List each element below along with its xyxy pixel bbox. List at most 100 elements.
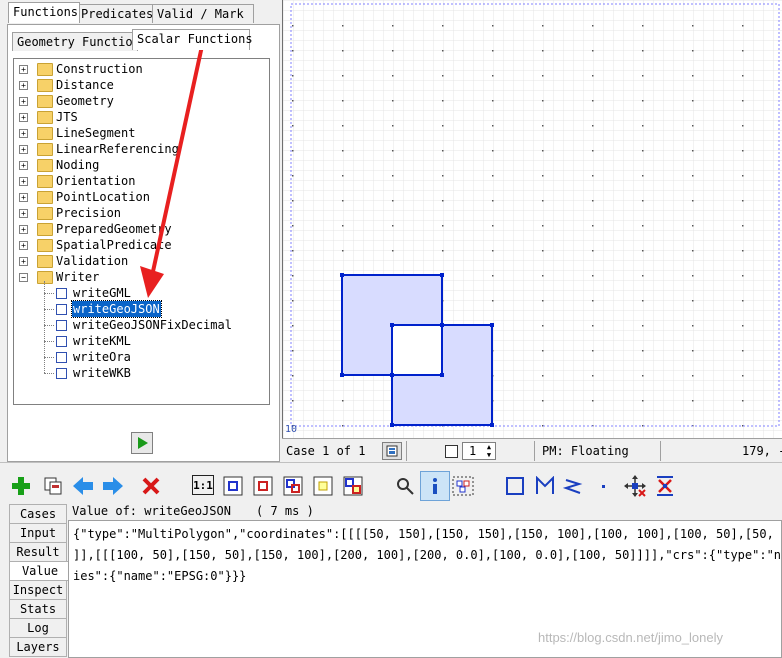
- tree-function-writewkb[interactable]: writeWKB: [14, 365, 264, 381]
- draw-point-button[interactable]: [592, 475, 614, 497]
- expand-icon[interactable]: +: [19, 161, 28, 170]
- expand-icon[interactable]: +: [19, 97, 28, 106]
- grid-dot: [342, 125, 344, 127]
- tree-folder-label: JTS: [56, 110, 78, 124]
- folder-icon: [37, 223, 53, 236]
- side-tab-value[interactable]: Value: [9, 561, 70, 581]
- canvas-grid: [283, 0, 782, 438]
- geometry-canvas[interactable]: 10: [282, 0, 782, 438]
- expand-icon[interactable]: +: [19, 65, 28, 74]
- collapse-icon[interactable]: −: [19, 273, 28, 282]
- side-tab-input[interactable]: Input: [9, 523, 67, 543]
- tab-valid-mark[interactable]: Valid / Mark: [152, 4, 254, 23]
- tab-scalar-functions[interactable]: Scalar Functions: [132, 29, 253, 50]
- delete-vertex-button[interactable]: [654, 475, 676, 497]
- grid-dot: [492, 25, 494, 27]
- tree-vertical-connector: [44, 281, 45, 373]
- tree-function-writeora[interactable]: writeOra: [14, 349, 264, 365]
- copy-icon: [44, 477, 62, 495]
- side-tab-log[interactable]: Log: [9, 618, 67, 638]
- tree-function-label: writeKML: [73, 334, 131, 348]
- tab-functions[interactable]: Functions: [8, 2, 80, 23]
- next-case-button[interactable]: [102, 475, 124, 497]
- grid-dot: [692, 75, 694, 77]
- side-tab-stats[interactable]: Stats: [9, 599, 67, 619]
- folder-icon: [37, 63, 53, 76]
- expand-icon[interactable]: +: [19, 209, 28, 218]
- side-tab-inspect[interactable]: Inspect: [9, 580, 67, 600]
- side-tab-layers[interactable]: Layers: [9, 637, 67, 657]
- draw-polygon-button[interactable]: [534, 475, 556, 497]
- zoom-input-a-button[interactable]: [222, 475, 244, 497]
- grid-dot: [492, 125, 494, 127]
- expand-icon[interactable]: +: [19, 193, 28, 202]
- grid-dot: [292, 400, 294, 402]
- tree-function-writekml[interactable]: writeKML: [14, 333, 264, 349]
- spinner-field[interactable]: 1 ▲ ▼: [462, 442, 496, 460]
- grid-dot: [542, 375, 544, 377]
- spinner-arrows-icon[interactable]: ▲ ▼: [484, 443, 494, 459]
- grid-dot: [642, 400, 644, 402]
- grid-dot: [542, 25, 544, 27]
- draw-rectangle-button[interactable]: [504, 475, 526, 497]
- linestring-icon: [563, 479, 583, 494]
- tree-function-writegeojson[interactable]: writeGeoJSON: [14, 300, 264, 318]
- grid-dot: [692, 125, 694, 127]
- grid-dot: [492, 250, 494, 252]
- grid-dot: [292, 325, 294, 327]
- value-line-2: ]],[[[100, 50],[150, 50],[150, 100],[200…: [73, 548, 782, 562]
- grid-dot: [542, 275, 544, 277]
- expand-icon[interactable]: +: [19, 257, 28, 266]
- tree-function-label: writeGeoJSON: [71, 300, 162, 318]
- draw-linestring-button[interactable]: [562, 475, 584, 497]
- info-tool-button[interactable]: [420, 471, 450, 501]
- grid-dot: [442, 100, 444, 102]
- arrow-right-icon: [103, 477, 123, 495]
- prev-case-button[interactable]: [72, 475, 94, 497]
- grid-dot: [692, 350, 694, 352]
- grid-dot: [342, 175, 344, 177]
- grid-dot: [742, 200, 744, 202]
- zoom-tool-button[interactable]: [394, 475, 416, 497]
- delete-case-button[interactable]: [140, 475, 162, 497]
- checkbox[interactable]: [445, 445, 458, 458]
- expand-icon[interactable]: +: [19, 241, 28, 250]
- expand-icon[interactable]: +: [19, 145, 28, 154]
- folder-icon: [37, 175, 53, 188]
- side-tab-cases[interactable]: Cases: [9, 504, 67, 524]
- folder-icon: [37, 127, 53, 140]
- expand-icon[interactable]: +: [19, 113, 28, 122]
- status-bar: Case 1 of 1 1 ▲▼ PM: Floating 179, -5: [282, 438, 782, 463]
- tab-predicates[interactable]: Predicates: [76, 4, 156, 23]
- grid-dot: [742, 250, 744, 252]
- grid-dot: [642, 300, 644, 302]
- canvas-corner-label: 10: [285, 424, 298, 435]
- expand-icon[interactable]: +: [19, 177, 28, 186]
- zoom-one-to-one-button[interactable]: 1:1: [192, 475, 214, 495]
- execute-button[interactable]: [131, 432, 153, 454]
- tree-function-writegeojsonfixdecimal[interactable]: writeGeoJSONFixDecimal: [14, 317, 264, 333]
- grid-dot: [542, 125, 544, 127]
- side-tab-result[interactable]: Result: [9, 542, 67, 562]
- zoom-result-button[interactable]: [312, 475, 334, 497]
- zoom-input-b-button[interactable]: [252, 475, 274, 497]
- expand-icon[interactable]: +: [19, 225, 28, 234]
- expand-icon[interactable]: +: [19, 129, 28, 138]
- add-case-button[interactable]: [10, 475, 32, 497]
- precision-model: PM: Floating: [542, 444, 629, 458]
- copy-case-button[interactable]: [382, 442, 402, 460]
- tree-folder-label: Precision: [56, 206, 122, 220]
- grid-dot: [742, 175, 744, 177]
- tab-geometry-functions[interactable]: Geometry Functions: [12, 32, 147, 51]
- move-vertex-button[interactable]: [624, 475, 646, 497]
- expand-icon[interactable]: +: [19, 81, 28, 90]
- tree-folder-label: Validation: [56, 254, 129, 268]
- copy-case-button-toolbar[interactable]: [42, 475, 64, 497]
- zoom-all-button[interactable]: [342, 475, 364, 497]
- top-tab-strip: Functions Predicates Valid / Mark: [8, 2, 278, 24]
- extract-component-button[interactable]: [452, 475, 474, 497]
- grid-dot: [592, 200, 594, 202]
- zoom-input-ab-button[interactable]: [282, 475, 304, 497]
- grid-dot: [692, 250, 694, 252]
- vertex-marker: [440, 273, 444, 277]
